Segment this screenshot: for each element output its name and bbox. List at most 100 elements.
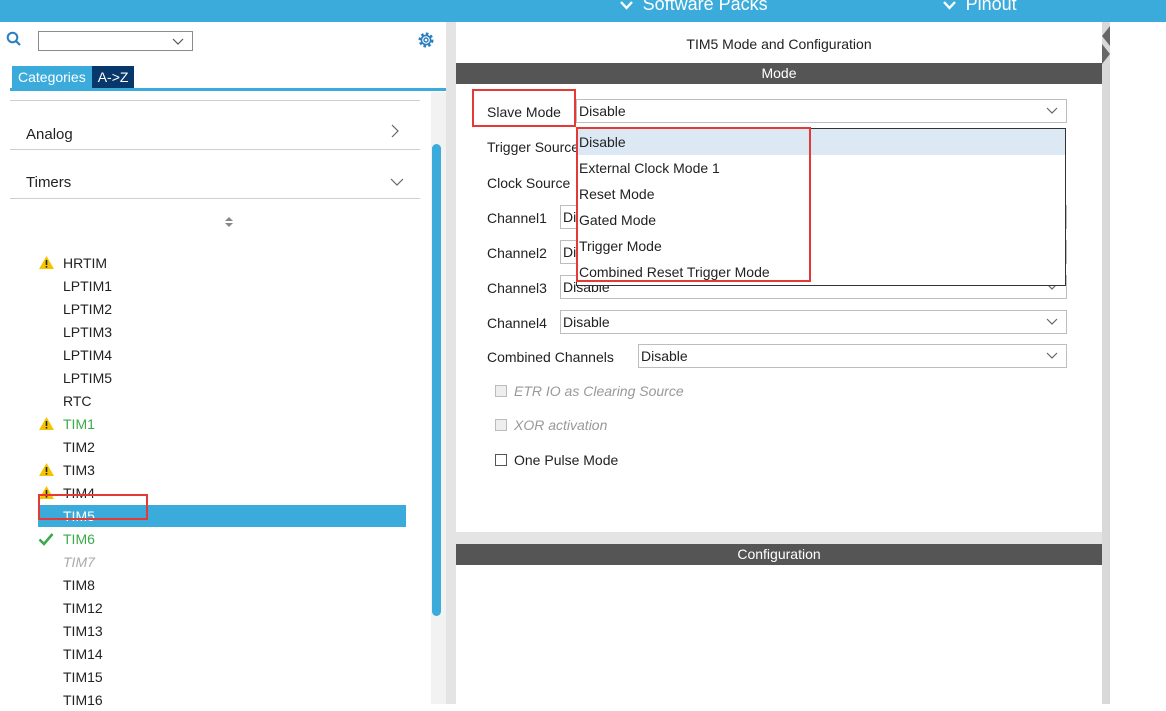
panel-title: TIM5 Mode and Configuration — [686, 36, 872, 52]
collapse-right-icon[interactable] — [1102, 44, 1110, 64]
chevron-down-icon — [943, 0, 960, 13]
timer-item-rtc[interactable]: RTC — [38, 390, 406, 412]
timer-item-label: TIM13 — [63, 623, 103, 639]
timer-item-label: TIM5 — [63, 508, 95, 524]
tab-categories[interactable]: Categories — [12, 66, 92, 88]
timer-item-lptim4[interactable]: LPTIM4 — [38, 344, 406, 366]
timer-item-label: TIM8 — [63, 577, 95, 593]
one-pulse-mode-checkbox[interactable]: One Pulse Mode — [495, 452, 618, 468]
sort-icon[interactable] — [224, 216, 234, 230]
categories-panel: Categories A->Z Analog Timers HRTIM LPTIM1… — [0, 22, 446, 708]
slave-mode-select[interactable]: Disable — [576, 99, 1067, 123]
timer-item-lptim2[interactable]: LPTIM2 — [38, 298, 406, 320]
channel4-label: Channel4 — [487, 315, 547, 331]
software-packs-menu[interactable]: Software Packs — [620, 0, 768, 15]
timer-item-label: TIM2 — [63, 439, 95, 455]
section-gap — [456, 532, 1102, 544]
dropdown-option-combined-reset-trigger-mode[interactable]: Combined Reset Trigger Mode — [577, 259, 1065, 285]
pinout-menu[interactable]: Pinout — [943, 0, 1017, 15]
mode-header: Mode — [456, 63, 1102, 84]
chevron-down-icon[interactable] — [172, 34, 184, 50]
check-icon — [38, 528, 58, 550]
tabs-underline — [10, 88, 446, 91]
category-label: Timers — [26, 174, 72, 191]
timer-item-lptim5[interactable]: LPTIM5 — [38, 367, 406, 389]
timer-item-label: RTC — [63, 393, 92, 409]
mode-config-panel: TIM5 Mode and Configuration Mode Slave M… — [456, 22, 1102, 704]
tab-a-z[interactable]: A->Z — [91, 66, 135, 88]
collapse-left-icon[interactable] — [1102, 26, 1110, 46]
pinout-label: Pinout — [965, 0, 1017, 14]
chevron-down-icon[interactable] — [390, 174, 404, 190]
timer-item-label: TIM3 — [63, 462, 95, 478]
warning-icon — [38, 459, 58, 481]
timer-item-tim3[interactable]: TIM3 — [38, 459, 406, 481]
timer-item-hrtim[interactable]: HRTIM — [38, 252, 406, 274]
timer-item-tim8[interactable]: TIM8 — [38, 574, 406, 596]
dropdown-option-external-clock-mode-1[interactable]: External Clock Mode 1 — [577, 155, 1065, 181]
combined-channels-select[interactable]: Disable — [638, 344, 1067, 368]
timer-item-label: HRTIM — [63, 255, 108, 271]
timer-item-lptim3[interactable]: LPTIM3 — [38, 321, 406, 343]
search-row — [0, 22, 446, 60]
timer-item-tim16[interactable]: TIM16 — [38, 689, 406, 711]
timer-item-tim13[interactable]: TIM13 — [38, 620, 406, 642]
timer-item-tim4[interactable]: TIM4 — [38, 482, 406, 504]
etr-io-clearing-checkbox: ETR IO as Clearing Source — [495, 383, 684, 399]
chevron-down-icon — [1046, 311, 1058, 333]
timer-item-tim12[interactable]: TIM12 — [38, 597, 406, 619]
configuration-header: Configuration — [456, 544, 1102, 565]
chevron-right-icon[interactable] — [390, 124, 400, 141]
panel-splitter[interactable] — [446, 22, 456, 704]
category-timers[interactable]: Timers — [26, 174, 406, 191]
timer-item-label: TIM15 — [63, 669, 103, 685]
timer-item-label: LPTIM3 — [63, 324, 113, 340]
dropdown-option-gated-mode[interactable]: Gated Mode — [577, 207, 1065, 233]
timer-item-label: LPTIM2 — [63, 301, 113, 317]
timer-item-label: TIM7 — [63, 554, 95, 570]
channel3-label: Channel3 — [487, 280, 547, 296]
timer-item-label: TIM4 — [63, 485, 95, 501]
warning-icon — [38, 252, 58, 274]
checkbox-label: ETR IO as Clearing Source — [514, 383, 684, 399]
checkbox-box — [495, 419, 507, 431]
timer-item-tim6[interactable]: TIM6 — [38, 528, 406, 550]
chevron-down-icon — [620, 0, 637, 13]
channel4-select[interactable]: Disable — [560, 310, 1067, 334]
checkbox-box[interactable] — [495, 454, 507, 466]
channel1-label: Channel1 — [487, 210, 547, 226]
divider — [10, 198, 420, 199]
slave-mode-dropdown-list: Disable External Clock Mode 1 Reset Mode… — [576, 128, 1066, 286]
timer-item-label: LPTIM4 — [63, 347, 113, 363]
dropdown-option-trigger-mode[interactable]: Trigger Mode — [577, 233, 1065, 259]
timer-item-tim15[interactable]: TIM15 — [38, 666, 406, 688]
timer-item-tim5[interactable]: TIM5 — [38, 505, 406, 527]
timer-item-tim7[interactable]: TIM7 — [38, 551, 406, 573]
gear-icon[interactable] — [416, 30, 436, 53]
top-nav-bar: Software Packs Pinout — [0, 0, 1166, 22]
category-analog[interactable]: Analog — [26, 126, 406, 143]
timer-item-label: LPTIM1 — [63, 278, 113, 294]
search-icon[interactable] — [6, 31, 22, 50]
view-tabs: Categories A->Z — [12, 66, 135, 88]
slave-mode-label: Slave Mode — [487, 104, 561, 120]
select-value: Disable — [579, 103, 626, 119]
timer-item-tim1[interactable]: TIM1 — [38, 413, 406, 435]
timer-item-label: TIM14 — [63, 646, 103, 662]
right-edge-strip — [1102, 22, 1110, 704]
select-value: Disable — [641, 348, 688, 364]
software-packs-label: Software Packs — [642, 0, 768, 14]
timer-item-lptim1[interactable]: LPTIM1 — [38, 275, 406, 297]
timer-item-label: TIM16 — [63, 692, 103, 708]
dropdown-option-disable[interactable]: Disable — [577, 129, 1065, 155]
divider — [10, 149, 420, 150]
dropdown-option-reset-mode[interactable]: Reset Mode — [577, 181, 1065, 207]
timer-item-label: LPTIM5 — [63, 370, 113, 386]
chevron-down-icon — [1046, 100, 1058, 122]
search-input[interactable] — [38, 31, 193, 51]
timer-item-tim14[interactable]: TIM14 — [38, 643, 406, 665]
checkbox-label: XOR activation — [514, 417, 608, 433]
timer-item-tim2[interactable]: TIM2 — [38, 436, 406, 458]
scrollbar-thumb[interactable] — [432, 144, 441, 616]
trigger-source-label: Trigger Source — [487, 139, 580, 155]
